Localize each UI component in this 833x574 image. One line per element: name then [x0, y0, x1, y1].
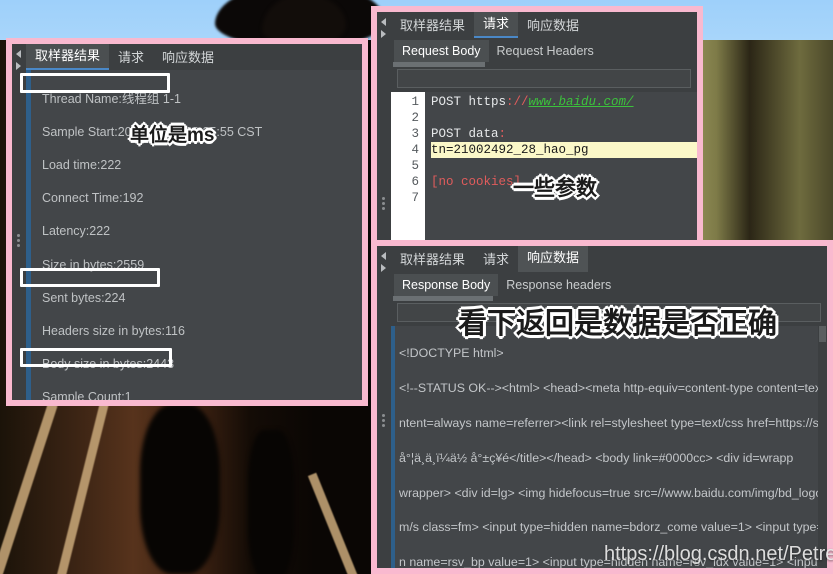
expand-right-icon[interactable]	[16, 62, 21, 70]
request-search-row	[391, 66, 697, 92]
code-line-6-no-cookies: [no cookies]	[431, 174, 697, 190]
request-body-content: 1 2 3 4 5 6 7 POST https://www.baidu.com…	[391, 92, 697, 240]
line-number: 4	[411, 143, 419, 157]
field-sample-count: Sample Count:1	[42, 390, 132, 400]
code-no-cookies: [no cookies]	[431, 175, 522, 189]
field-latency: Latency:222	[42, 224, 111, 239]
tab-response-data[interactable]: 响应数据	[518, 246, 589, 272]
line-number: 3	[411, 127, 419, 141]
code-line-1: POST https://www.baidu.com/	[431, 94, 697, 110]
tab-request[interactable]: 请求	[474, 12, 519, 38]
line-number: 1	[411, 95, 419, 109]
request-panel-tabbar: 取样器结果 请求 响应数据	[391, 12, 697, 38]
content-left-accent	[26, 70, 31, 400]
request-line-numbers: 1 2 3 4 5 6 7	[391, 92, 425, 240]
tab-response-data[interactable]: 响应数据	[518, 14, 588, 38]
response-line: <!--STATUS OK--><html> <head><meta http-…	[399, 381, 827, 396]
request-panel-gutter[interactable]	[377, 12, 391, 240]
field-sent-bytes: Sent bytes:224	[42, 290, 126, 305]
code-line-4-post-params: tn=21002492_28_hao_pg	[431, 142, 697, 158]
collapse-left-icon[interactable]	[381, 18, 386, 26]
response-body-text: <!DOCTYPE html> <!--STATUS OK--><html> <…	[397, 326, 827, 568]
response-line: <!DOCTYPE html>	[399, 346, 504, 361]
drag-handle-icon[interactable]	[382, 197, 385, 212]
response-search-input[interactable]	[397, 303, 821, 322]
request-subtabbar: Request Body Request Headers	[391, 38, 697, 62]
response-data-panel: 取样器结果 请求 响应数据 Response Body Response hea…	[371, 240, 833, 574]
expand-right-icon[interactable]	[381, 264, 386, 272]
request-panel: 取样器结果 请求 响应数据 Request Body Request Heade…	[371, 6, 703, 246]
code-url-link[interactable]: www.baidu.com/	[529, 95, 634, 109]
code-punct: ://	[506, 95, 529, 109]
sampler-result-panel: 取样器结果 请求 响应数据 Thread Name:线程组 1-1 Sample…	[6, 38, 368, 406]
horizontal-scrollbar-thumb[interactable]	[393, 296, 493, 301]
line-number: 6	[411, 175, 419, 189]
field-size-in-bytes: Size in bytes:2559	[42, 257, 145, 272]
response-vertical-scrollbar[interactable]	[818, 326, 827, 568]
expand-right-icon[interactable]	[381, 30, 386, 38]
field-connect-time: Connect Time:192	[42, 191, 144, 206]
response-line: ntent=always name=referrer><link rel=sty…	[399, 416, 827, 431]
field-sample-start: Sample Start:2021-08-21 18:25:55 CST	[42, 124, 263, 139]
code-method-url-prefix: POST https	[431, 95, 507, 109]
collapse-left-icon[interactable]	[16, 50, 21, 58]
drag-handle-icon[interactable]	[17, 234, 20, 249]
field-thread-name: Thread Name:线程组 1-1	[42, 91, 181, 106]
response-panel-tabbar: 取样器结果 请求 响应数据	[391, 246, 827, 272]
tab-sampler-result[interactable]: 取样器结果	[391, 14, 474, 38]
line-number: 7	[411, 191, 419, 205]
line-number: 5	[411, 159, 419, 173]
sampler-result-content: Thread Name:线程组 1-1 Sample Start:2021-08…	[26, 70, 362, 400]
response-line: m/s class=fm> <input type=hidden name=bd…	[399, 520, 827, 535]
line-number: 2	[411, 111, 419, 125]
code-punct: :	[498, 127, 507, 141]
response-search-row	[391, 300, 827, 326]
response-body-content: <!DOCTYPE html> <!--STATUS OK--><html> <…	[391, 326, 827, 568]
collapse-left-icon[interactable]	[381, 252, 386, 260]
horizontal-scrollbar-thumb[interactable]	[393, 62, 485, 67]
sampler-panel-tabbar: 取样器结果 请求 响应数据	[26, 44, 362, 70]
sampler-panel-gutter[interactable]	[12, 44, 26, 400]
drag-handle-icon[interactable]	[382, 414, 385, 429]
response-line: å°¦ä¸ä¸ï¼ä½ å°±ç¥é</title></head> <body …	[399, 450, 794, 465]
tab-sampler-result[interactable]: 取样器结果	[391, 248, 474, 272]
field-load-time: Load time:222	[42, 157, 122, 172]
tab-request[interactable]: 请求	[474, 248, 518, 272]
response-line: wrapper> <div id=lg> <img hidefocus=true…	[399, 485, 823, 500]
request-search-input[interactable]	[397, 69, 691, 88]
sampler-result-fields: Thread Name:线程组 1-1 Sample Start:2021-08…	[26, 70, 362, 400]
tab-request[interactable]: 请求	[109, 46, 153, 70]
content-left-accent	[391, 326, 395, 568]
response-subtabbar: Response Body Response headers	[391, 272, 827, 296]
request-code-area[interactable]: POST https://www.baidu.com/ POST data: t…	[425, 92, 697, 240]
field-headers-size: Headers size in bytes:116	[42, 323, 185, 338]
response-line: n name=rsv_bp value=1> <input type=hidde…	[399, 555, 827, 568]
response-panel-gutter[interactable]	[377, 246, 391, 568]
tab-sampler-result[interactable]: 取样器结果	[26, 44, 110, 70]
subtab-response-headers[interactable]: Response headers	[498, 274, 619, 296]
subtab-response-body[interactable]: Response Body	[394, 274, 499, 296]
wallpaper-shadow-1	[140, 404, 220, 574]
wallpaper-shadow-2	[248, 430, 294, 574]
subtab-request-headers[interactable]: Request Headers	[489, 40, 602, 62]
field-body-size: Body size in bytes:2443	[42, 357, 175, 372]
code-line-3: POST data:	[431, 126, 697, 142]
subtab-request-body[interactable]: Request Body	[394, 40, 489, 62]
code-post-data-label: POST data	[431, 127, 499, 141]
tab-response-data[interactable]: 响应数据	[153, 46, 223, 70]
